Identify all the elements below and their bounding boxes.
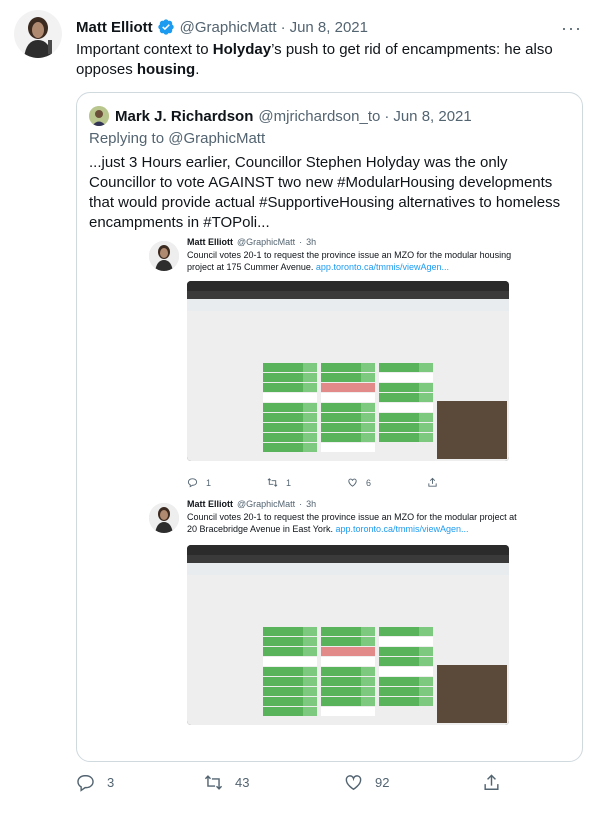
embedded-share — [427, 477, 507, 488]
vote-column — [321, 627, 375, 717]
quoted-avatar — [89, 106, 109, 126]
embedded-like: 6 — [347, 477, 427, 488]
embedded-text: Council votes 20-1 to request the provin… — [187, 249, 517, 273]
separator-dot: · — [299, 237, 303, 247]
quoted-header: Mark J. Richardson @mjrichardson_to · Ju… — [89, 105, 472, 127]
embedded-actions: 1 1 6 — [187, 477, 507, 488]
browser-tabbar — [187, 281, 509, 291]
embedded-link: app.toronto.ca/tmmis/viewAgen... — [335, 524, 469, 534]
embedded-header: Matt Elliott @GraphicMatt · 3h — [187, 237, 316, 247]
quoted-text: ...just 3 Hours earlier, Councillor Step… — [89, 154, 561, 231]
author-name[interactable]: Matt Elliott — [76, 19, 153, 36]
author-avatar[interactable] — [14, 10, 62, 58]
tweet-text-bold: Holyday — [212, 41, 272, 58]
quoted-handle[interactable]: @mjrichardson_to — [258, 108, 380, 125]
embedded-time: 3h — [306, 499, 317, 509]
vote-column — [379, 363, 433, 443]
replying-prefix: Replying to — [89, 130, 169, 147]
tweet-text-part: Important context to — [76, 41, 213, 58]
video-feed — [437, 401, 507, 459]
embedded-handle: @GraphicMatt — [237, 237, 296, 247]
reply-count: 3 — [107, 774, 115, 790]
reply-icon — [77, 774, 94, 792]
retweet-icon — [204, 774, 223, 790]
retweet-count: 43 — [235, 774, 250, 790]
like-icon — [345, 774, 362, 790]
vote-column — [379, 627, 433, 707]
embedded-text: Council votes 20-1 to request the provin… — [187, 511, 517, 535]
reply-icon — [187, 478, 198, 488]
reply-button[interactable]: 3 — [76, 770, 114, 794]
quoted-tweet[interactable]: Mark J. Richardson @mjrichardson_to · Ju… — [76, 92, 583, 762]
embedded-link: app.toronto.ca/tmmis/viewAgen... — [315, 262, 449, 272]
tweet: Matt Elliott @GraphicMatt · Jun 8, 2021 … — [0, 0, 604, 813]
embedded-time: 3h — [306, 237, 317, 247]
embedded-reply-count: 1 — [206, 477, 212, 488]
embedded-tweet: Matt Elliott @GraphicMatt · 3h Council v… — [145, 499, 523, 761]
embedded-retweet: 1 — [267, 477, 347, 488]
embedded-like-count: 6 — [366, 477, 372, 488]
like-icon — [348, 478, 357, 487]
embedded-screenshot: Matt Elliott @GraphicMatt · 3h Council v… — [145, 237, 523, 761]
tweet-actions: 3 43 92 — [76, 770, 506, 794]
quoted-date[interactable]: Jun 8, 2021 — [393, 108, 471, 125]
vote-column — [263, 363, 317, 453]
browser-urlbar — [187, 291, 509, 299]
embedded-author: Matt Elliott — [187, 499, 233, 509]
council-voting-screenshot — [187, 545, 509, 725]
embedded-header: Matt Elliott @GraphicMatt · 3h — [187, 499, 316, 509]
app-toolbar — [187, 563, 509, 575]
embedded-retweet-count: 1 — [286, 477, 292, 488]
like-button[interactable]: 92 — [344, 770, 389, 794]
embedded-reply: 1 — [187, 477, 267, 488]
video-feed — [437, 665, 507, 723]
app-toolbar — [187, 299, 509, 311]
quoted-author-name[interactable]: Mark J. Richardson — [115, 108, 253, 125]
share-icon — [484, 773, 499, 790]
share-button[interactable] — [482, 770, 501, 794]
replying-handle[interactable]: @GraphicMatt — [168, 130, 265, 147]
retweet-icon — [267, 478, 278, 487]
tweet-text-part: . — [195, 61, 200, 78]
retweet-button[interactable]: 43 — [204, 770, 249, 794]
replying-to: Replying to @GraphicMatt — [89, 130, 265, 147]
tweet-header: Matt Elliott @GraphicMatt · Jun 8, 2021 — [76, 16, 368, 38]
separator-dot: · — [280, 18, 286, 36]
embedded-tweet: Matt Elliott @GraphicMatt · 3h Council v… — [145, 237, 523, 501]
more-icon[interactable]: ··· — [561, 18, 582, 39]
share-icon — [428, 477, 437, 487]
embedded-avatar — [149, 241, 179, 271]
vote-column — [263, 627, 317, 717]
tweet-text-bold: housing — [136, 61, 196, 78]
verified-badge-icon — [157, 18, 175, 36]
vote-column — [321, 363, 375, 453]
separator-dot: · — [384, 107, 390, 125]
embedded-avatar — [149, 503, 179, 533]
browser-urlbar — [187, 555, 509, 563]
author-handle[interactable]: @GraphicMatt — [180, 19, 277, 36]
council-voting-screenshot — [187, 281, 509, 461]
embedded-author: Matt Elliott — [187, 237, 233, 247]
tweet-text: Important context to Holyday’s push to g… — [76, 40, 581, 80]
embedded-handle: @GraphicMatt — [237, 499, 296, 509]
browser-tabbar — [187, 545, 509, 555]
like-count: 92 — [375, 774, 390, 790]
separator-dot: · — [299, 499, 303, 509]
tweet-date[interactable]: Jun 8, 2021 — [290, 19, 368, 36]
